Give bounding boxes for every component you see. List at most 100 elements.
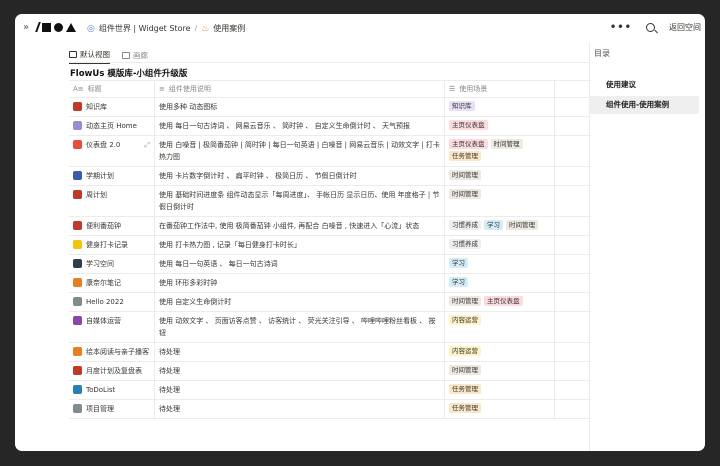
column-header-title[interactable]: A≡ 标题 <box>69 81 155 97</box>
description-cell[interactable]: 使用 卡片数字倒计时 、 扁平时钟 、 极简日历 、 节假日倒计时 <box>155 167 445 185</box>
table-row[interactable]: 便利番茄钟在番茄钟工作法中, 使用 极简番茄钟 小组件, 再配合 白噪音 , 快… <box>69 217 591 236</box>
description-cell[interactable]: 使用 动效文字 、 页面访客点赞 、 访客统计 、 荧光关注引导 、 哔哩哔哩粉… <box>155 312 445 342</box>
title-cell[interactable]: 项目管理 <box>69 400 155 418</box>
scenario-tag: 主页仪表盘 <box>484 296 523 306</box>
page-icon <box>73 240 82 249</box>
globe-icon: ◎ <box>87 24 95 34</box>
table-row[interactable]: Hello 2022 使用 自定义生命倒计时时间管理主页仪表盘 <box>69 293 591 312</box>
description-cell[interactable]: 待处理 <box>155 381 445 399</box>
title-cell[interactable]: 知识库 <box>69 98 155 116</box>
table-row[interactable]: 学期计划使用 卡片数字倒计时 、 扁平时钟 、 极简日历 、 节假日倒计时时间管… <box>69 167 591 186</box>
row-description: 使用 基础时间进度条 组件动态显示「每周进度」、 手帐日历 显示日历、使用 年度… <box>159 189 440 213</box>
scenario-cell[interactable]: 时间管理 <box>445 167 555 185</box>
table-row[interactable]: 自媒体运营使用 动效文字 、 页面访客点赞 、 访客统计 、 荧光关注引导 、 … <box>69 312 591 343</box>
description-cell[interactable]: 待处理 <box>155 362 445 380</box>
table-row[interactable]: ToDoList待处理任务管理 <box>69 381 591 400</box>
scenario-cell[interactable]: 时间管理 <box>445 186 555 216</box>
table-row[interactable]: 动态主页 Home 使用 每日一句古诗词 、 网易云音乐 、 简时钟 、 自定义生… <box>69 117 591 136</box>
row-description: 使用 每日一句古诗词 、 网易云音乐 、 简时钟 、 自定义生命倒计时 、 天气… <box>159 120 410 132</box>
empty-cell <box>555 400 591 418</box>
column-header-description[interactable]: ≡ 组件使用说明 <box>155 81 445 97</box>
scenario-cell[interactable]: 时间管理 <box>445 362 555 380</box>
scenario-cell[interactable]: 知识库 <box>445 98 555 116</box>
table-row[interactable]: 仪表盘 2.0⤢使用 白噪音 | 极简番茄钟 | 简时钟 | 每日一句英语 | … <box>69 136 591 167</box>
row-title: 健身打卡记录 <box>86 239 128 251</box>
description-cell[interactable]: 使用 基础时间进度条 组件动态显示「每周进度」、 手帐日历 显示日历、使用 年度… <box>155 186 445 216</box>
database-title[interactable]: FlowUs 模版库-小组件升级版 <box>70 67 187 79</box>
scenario-tag: 时间管理 <box>449 365 481 375</box>
page-icon <box>73 385 82 394</box>
title-cell[interactable]: 健身打卡记录 <box>69 236 155 254</box>
title-cell[interactable]: 学习空间 <box>69 255 155 273</box>
table-row[interactable]: 学习空间使用 每日一句英语 、 每日一句古诗词学习 <box>69 255 591 274</box>
outline-item-use-cases[interactable]: 组件使用-使用案例 <box>590 96 699 114</box>
scenario-cell[interactable]: 习惯养成学习时间管理 <box>445 217 555 235</box>
app-window: » ◎ 组件世界 | Widget Store / ♨ 使用案例 ••• 返回空… <box>15 14 705 451</box>
table-body: 知识库使用多种 动态图标知识库动态主页 Home 使用 每日一句古诗词 、 网易云… <box>69 98 591 419</box>
search-icon[interactable] <box>646 23 655 32</box>
title-cell[interactable]: 绘本阅读与亲子播客 <box>69 343 155 361</box>
expand-sidebar-icon[interactable]: » <box>23 22 29 33</box>
scenario-cell[interactable]: 习惯养成 <box>445 236 555 254</box>
page-icon <box>73 366 82 375</box>
scenario-cell[interactable]: 主页仪表盘时间管理任务管理 <box>445 136 555 166</box>
row-title: 动态主页 Home <box>86 120 137 132</box>
table-row[interactable]: 月度计划及复盘表待处理时间管理 <box>69 362 591 381</box>
tab-label: 默认视图 <box>80 49 110 60</box>
page-icon <box>73 102 82 111</box>
row-description: 使用 白噪音 | 极简番茄钟 | 简时钟 | 每日一句英语 | 白噪音 | 网易… <box>159 139 440 163</box>
table-row[interactable]: 康奈尔笔记使用 环形多彩时钟学习 <box>69 274 591 293</box>
scenario-cell[interactable]: 主页仪表盘 <box>445 117 555 135</box>
description-cell[interactable]: 待处理 <box>155 343 445 361</box>
scenario-cell[interactable]: 内容运营 <box>445 312 555 342</box>
description-cell[interactable]: 使用 自定义生命倒计时 <box>155 293 445 311</box>
table-row[interactable]: 知识库使用多种 动态图标知识库 <box>69 98 591 117</box>
description-cell[interactable]: 待处理 <box>155 400 445 418</box>
title-cell[interactable]: ToDoList <box>69 381 155 399</box>
title-cell[interactable]: 学期计划 <box>69 167 155 185</box>
row-title: Hello 2022 <box>86 296 124 308</box>
title-cell[interactable]: 自媒体运营 <box>69 312 155 342</box>
table-row[interactable]: 绘本阅读与亲子播客待处理内容运营 <box>69 343 591 362</box>
scenario-cell[interactable]: 学习 <box>445 274 555 292</box>
description-cell[interactable]: 在番茄钟工作法中, 使用 极简番茄钟 小组件, 再配合 白噪音 , 快速进入「心… <box>155 217 445 235</box>
scenario-cell[interactable]: 任务管理 <box>445 381 555 399</box>
text-type-icon: A≡ <box>73 85 84 93</box>
flowus-logo[interactable] <box>37 22 76 32</box>
title-cell[interactable]: 月度计划及复盘表 <box>69 362 155 380</box>
breadcrumb-use-cases[interactable]: 使用案例 <box>213 23 245 34</box>
more-options-icon[interactable]: ••• <box>610 22 632 33</box>
scenario-cell[interactable]: 任务管理 <box>445 400 555 418</box>
scenario-cell[interactable]: 时间管理主页仪表盘 <box>445 293 555 311</box>
description-cell[interactable]: 使用 打卡热力图 , 记录「每日健身打卡时长」 <box>155 236 445 254</box>
title-cell[interactable]: Hello 2022 <box>69 293 155 311</box>
page-icon <box>73 404 82 413</box>
title-cell[interactable]: 仪表盘 2.0⤢ <box>69 136 155 166</box>
description-cell[interactable]: 使用 白噪音 | 极简番茄钟 | 简时钟 | 每日一句英语 | 白噪音 | 网易… <box>155 136 445 166</box>
column-label: 使用场景 <box>459 84 487 94</box>
title-cell[interactable]: 康奈尔笔记 <box>69 274 155 292</box>
title-cell[interactable]: 便利番茄钟 <box>69 217 155 235</box>
outline-item-suggestions[interactable]: 使用建议 <box>590 76 699 94</box>
column-header-scenario[interactable]: ☰ 使用场景 <box>445 81 555 97</box>
scenario-tag: 时间管理 <box>506 220 538 230</box>
title-cell[interactable]: 动态主页 Home <box>69 117 155 135</box>
open-page-icon[interactable]: ⤢ <box>144 139 150 151</box>
breadcrumb-widget-world[interactable]: 组件世界 | Widget Store <box>99 23 191 34</box>
scenario-tag: 时间管理 <box>449 189 481 199</box>
scenario-cell[interactable]: 学习 <box>445 255 555 273</box>
scenario-cell[interactable]: 内容运营 <box>445 343 555 361</box>
return-space-button[interactable]: 返回空间 <box>669 22 701 33</box>
page-icon <box>73 347 82 356</box>
table-row[interactable]: 项目管理待处理任务管理 <box>69 400 591 419</box>
description-cell[interactable]: 使用 每日一句古诗词 、 网易云音乐 、 简时钟 、 自定义生命倒计时 、 天气… <box>155 117 445 135</box>
title-cell[interactable]: 周计划 <box>69 186 155 216</box>
column-header-empty <box>555 81 591 97</box>
table-row[interactable]: 健身打卡记录 使用 打卡热力图 , 记录「每日健身打卡时长」 习惯养成 <box>69 236 591 255</box>
empty-cell <box>555 117 591 135</box>
row-description: 使用 打卡热力图 , 记录「每日健身打卡时长」 <box>159 239 301 251</box>
description-cell[interactable]: 使用 每日一句英语 、 每日一句古诗词 <box>155 255 445 273</box>
description-cell[interactable]: 使用 环形多彩时钟 <box>155 274 445 292</box>
description-cell[interactable]: 使用多种 动态图标 <box>155 98 445 116</box>
table-row[interactable]: 周计划使用 基础时间进度条 组件动态显示「每周进度」、 手帐日历 显示日历、使用… <box>69 186 591 217</box>
